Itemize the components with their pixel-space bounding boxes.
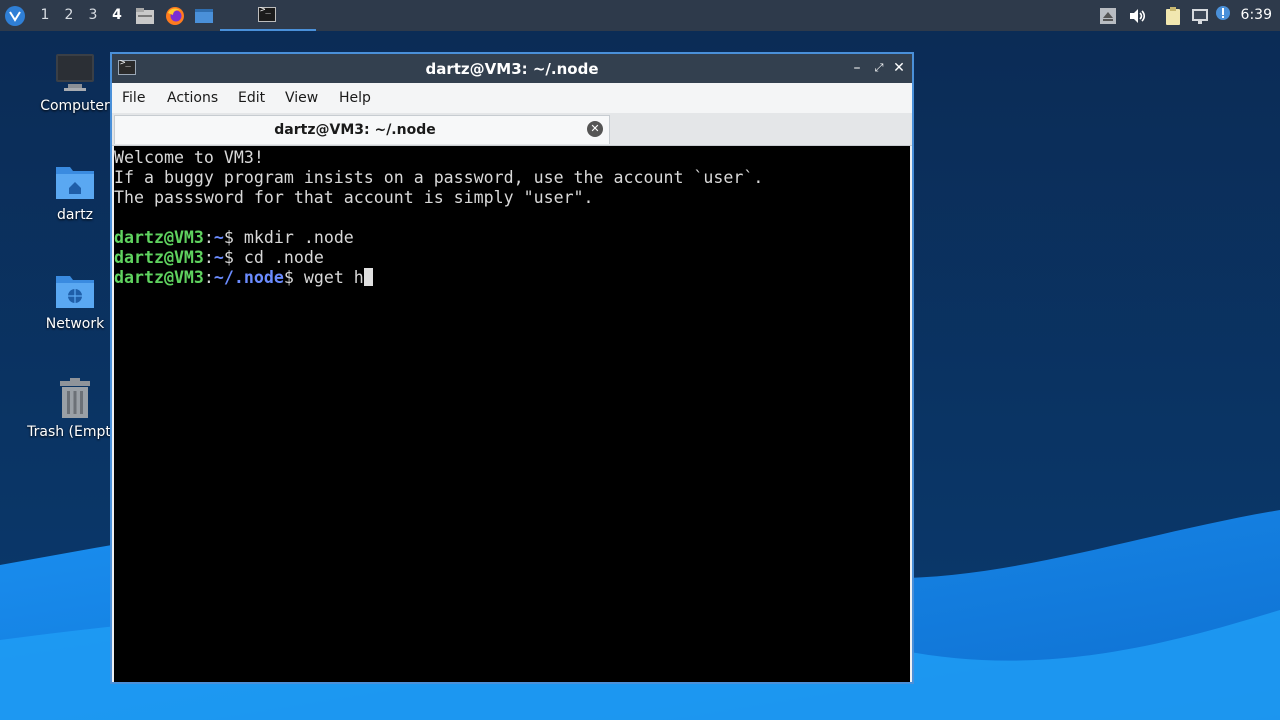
network-icon[interactable] xyxy=(1190,6,1210,26)
command-line-2: dartz@VM3:~$ cd .node xyxy=(114,248,324,268)
motd-line-3: The passsword for that account is simply… xyxy=(114,188,594,207)
trash-icon xyxy=(60,378,90,418)
terminal-icon xyxy=(258,5,276,22)
command-input[interactable]: wget h xyxy=(304,268,364,287)
prompt-symbol: $ xyxy=(223,248,244,267)
menu-view[interactable]: View xyxy=(285,90,318,106)
notification-icon[interactable] xyxy=(1215,5,1231,21)
prompt-sep: : xyxy=(203,228,214,247)
file-manager-icon[interactable] xyxy=(135,6,155,26)
clock[interactable]: 6:39 xyxy=(1241,7,1272,23)
prompt-user: dartz@VM3 xyxy=(114,248,204,267)
prompt-sep: : xyxy=(203,268,214,287)
command-line-3: dartz@VM3:~/.node$ wget h xyxy=(114,268,373,288)
menu-edit[interactable]: Edit xyxy=(238,90,265,106)
command-line-1: dartz@VM3:~$ mkdir .node xyxy=(114,228,354,248)
close-button[interactable]: ✕ xyxy=(890,58,908,78)
motd-line-1: Welcome to VM3! xyxy=(114,148,264,167)
taskbar-terminal-button[interactable] xyxy=(220,0,316,31)
maximize-button[interactable]: ⤢ xyxy=(870,58,888,78)
taskbar: 1 2 3 4 6:39 xyxy=(0,0,1280,31)
computer-icon xyxy=(56,54,94,91)
firefox-icon[interactable] xyxy=(165,6,185,26)
command-text: mkdir .node xyxy=(243,228,354,247)
terminal-window[interactable]: dartz@VM3: ~/.node – ⤢ ✕ File Actions Ed… xyxy=(110,52,914,684)
clipboard-icon[interactable] xyxy=(1163,6,1183,26)
menu-actions[interactable]: Actions xyxy=(167,90,218,106)
network-folder-icon xyxy=(56,276,94,308)
tab-bar: dartz@VM3: ~/.node ✕ xyxy=(112,113,912,146)
prompt-path: ~ xyxy=(213,248,224,267)
show-desktop-icon[interactable] xyxy=(194,6,214,26)
prompt-sep: : xyxy=(203,248,214,267)
workspace-4[interactable]: 4 xyxy=(108,7,126,23)
prompt-symbol: $ xyxy=(223,228,244,247)
window-title: dartz@VM3: ~/.node xyxy=(425,60,599,78)
window-titlebar[interactable]: dartz@VM3: ~/.node – ⤢ ✕ xyxy=(112,54,912,83)
menu-file[interactable]: File xyxy=(122,90,145,106)
command-text: cd .node xyxy=(243,248,324,267)
tab-label: dartz@VM3: ~/.node xyxy=(274,122,436,138)
menu-bar: File Actions Edit View Help xyxy=(112,83,912,113)
tab-close-icon[interactable]: ✕ xyxy=(587,121,603,137)
terminal-output[interactable]: Welcome to VM3! If a buggy program insis… xyxy=(114,146,910,682)
menu-help[interactable]: Help xyxy=(339,90,371,106)
home-folder-icon xyxy=(56,167,94,199)
prompt-path: ~ xyxy=(213,228,224,247)
tab-terminal[interactable]: dartz@VM3: ~/.node ✕ xyxy=(114,115,610,144)
start-menu-icon[interactable] xyxy=(4,5,26,27)
workspace-1[interactable]: 1 xyxy=(36,7,54,23)
desktop-icon-label: Trash (Empt xyxy=(27,424,111,440)
workspace-2[interactable]: 2 xyxy=(60,7,78,23)
prompt-path: ~/.node xyxy=(213,268,284,287)
motd-line-2: If a buggy program insists on a password… xyxy=(114,168,764,187)
workspace-3[interactable]: 3 xyxy=(84,7,102,23)
prompt-symbol: $ xyxy=(283,268,304,287)
prompt-user: dartz@VM3 xyxy=(114,228,204,247)
text-cursor xyxy=(363,268,373,286)
prompt-user: dartz@VM3 xyxy=(114,268,204,287)
volume-icon[interactable] xyxy=(1127,6,1147,26)
minimize-button[interactable]: – xyxy=(848,58,866,78)
eject-icon[interactable] xyxy=(1098,6,1118,26)
